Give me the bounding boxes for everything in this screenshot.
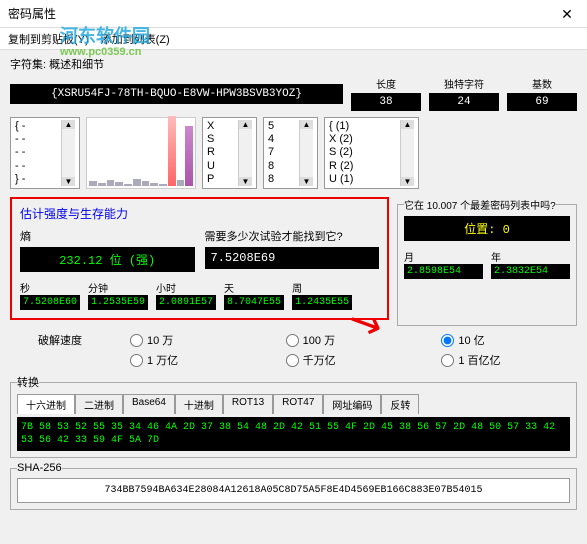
sha-output[interactable]: 734BB7594BA634E28084A12618A05C8D75A5F8E4…	[17, 478, 570, 503]
histogram	[86, 117, 196, 189]
time-wk: 周1.2435E55	[292, 280, 352, 310]
sha-legend: SHA-256	[17, 462, 62, 474]
histogram-bar	[124, 184, 132, 186]
col-braces[interactable]: { - - - - - - - } - ▲▼	[10, 117, 80, 189]
histogram-bar	[185, 126, 193, 186]
histogram-bar	[89, 181, 97, 186]
time-yr: 年2.3832E54	[491, 249, 570, 279]
password-display: {XSRU54FJ-78TH-BQUO-E8VW-HPW3BSVB3YOZ}	[10, 84, 343, 104]
scrollbar[interactable]: ▲▼	[61, 120, 75, 186]
scrollbar[interactable]: ▲▼	[238, 120, 252, 186]
scrollbar[interactable]: ▲▼	[299, 120, 313, 186]
histogram-bar	[150, 183, 158, 186]
rank-panel: 它在 10.007 个最差密码列表中吗? 位置: 0 月2.8598E54 年2.…	[397, 197, 577, 326]
rank-value: 位置: 0	[404, 216, 570, 241]
menu-add[interactable]: 添加到列表(Z)	[101, 31, 170, 47]
radio-100k[interactable]	[130, 334, 143, 347]
trials-value: 7.5208E69	[205, 247, 380, 269]
convert-legend: 转换	[17, 374, 39, 390]
stat-unique: 独特字符 24	[429, 76, 499, 111]
convert-output[interactable]: 7B 58 53 52 55 35 34 46 4A 2D 37 38 54 4…	[17, 417, 570, 451]
entropy-label: 熵	[20, 228, 195, 244]
menubar: 复制到剪贴板(Y) 添加到列表(Z)	[0, 28, 587, 50]
convert-tabs: 十六进制二进制Base64十进制ROT13ROT47网址编码反转	[17, 394, 570, 414]
radio-1q[interactable]	[286, 354, 299, 367]
tab-反转[interactable]: 反转	[381, 394, 419, 414]
tab-Base64[interactable]: Base64	[123, 394, 175, 414]
time-min: 分钟1.2535E59	[88, 280, 148, 310]
radio-100q[interactable]	[441, 354, 454, 367]
tab-十六进制[interactable]: 十六进制	[17, 394, 75, 414]
histogram-bar	[107, 180, 115, 186]
col-digits[interactable]: 5 4 7 8 8 ▲▼	[263, 117, 318, 189]
histogram-bar	[115, 182, 123, 186]
radio-1m[interactable]	[286, 334, 299, 347]
time-hr: 小时2.0891E57	[156, 280, 216, 310]
col-counts[interactable]: { (1) X (2) S (2) R (2) U (1) ▲▼	[324, 117, 419, 189]
strength-panel: 估计强度与生存能力 熵 232.12 位 (强) 需要多少次试验才能找到它? 7…	[10, 197, 389, 320]
tab-二进制[interactable]: 二进制	[75, 394, 123, 414]
histogram-bar	[159, 184, 167, 186]
col-letters[interactable]: X S R U P ▲▼	[202, 117, 257, 189]
charset-label: 字符集: 概述和细节	[10, 56, 104, 72]
histogram-bar	[142, 181, 150, 186]
close-button[interactable]: ✕	[547, 0, 587, 28]
titlebar: 密码属性 ✕	[0, 0, 587, 28]
sha-section: SHA-256 734BB7594BA634E28084A12618A05C8D…	[10, 462, 577, 510]
tab-网址编码[interactable]: 网址编码	[323, 394, 381, 414]
histogram-bar	[133, 179, 141, 186]
stat-length: 长度 38	[351, 76, 421, 111]
histogram-bar	[177, 180, 185, 186]
window-title: 密码属性	[8, 5, 56, 22]
trials-label: 需要多少次试验才能找到它?	[205, 228, 380, 244]
radio-1b[interactable]	[441, 334, 454, 347]
radio-1t[interactable]	[130, 354, 143, 367]
stat-base: 基数 69	[507, 76, 577, 111]
scrollbar[interactable]: ▲▼	[400, 120, 414, 186]
crack-speed-label: 破解速度	[10, 332, 110, 348]
menu-copy[interactable]: 复制到剪贴板(Y)	[8, 31, 89, 47]
tab-ROT13[interactable]: ROT13	[223, 394, 273, 414]
rank-legend: 它在 10.007 个最差密码列表中吗?	[404, 197, 556, 212]
time-day: 天8.7047E55	[224, 280, 284, 310]
detail-columns: { - - - - - - - } - ▲▼ X S R U P ▲▼ 5 4 …	[10, 117, 577, 189]
tab-ROT47[interactable]: ROT47	[273, 394, 323, 414]
time-sec: 秒7.5208E60	[20, 280, 80, 310]
convert-section: 转换 十六进制二进制Base64十进制ROT13ROT47网址编码反转 7B 5…	[10, 374, 577, 458]
strength-heading: 估计强度与生存能力	[20, 205, 379, 222]
histogram-bar	[98, 183, 106, 186]
entropy-value: 232.12 位 (强)	[20, 247, 195, 272]
tab-十进制[interactable]: 十进制	[175, 394, 223, 414]
time-mon: 月2.8598E54	[404, 249, 483, 279]
crack-speed-row: 破解速度 10 万 100 万 10 亿 1 万亿 千万亿 1 百亿亿	[10, 332, 577, 368]
histogram-bar	[168, 116, 176, 186]
